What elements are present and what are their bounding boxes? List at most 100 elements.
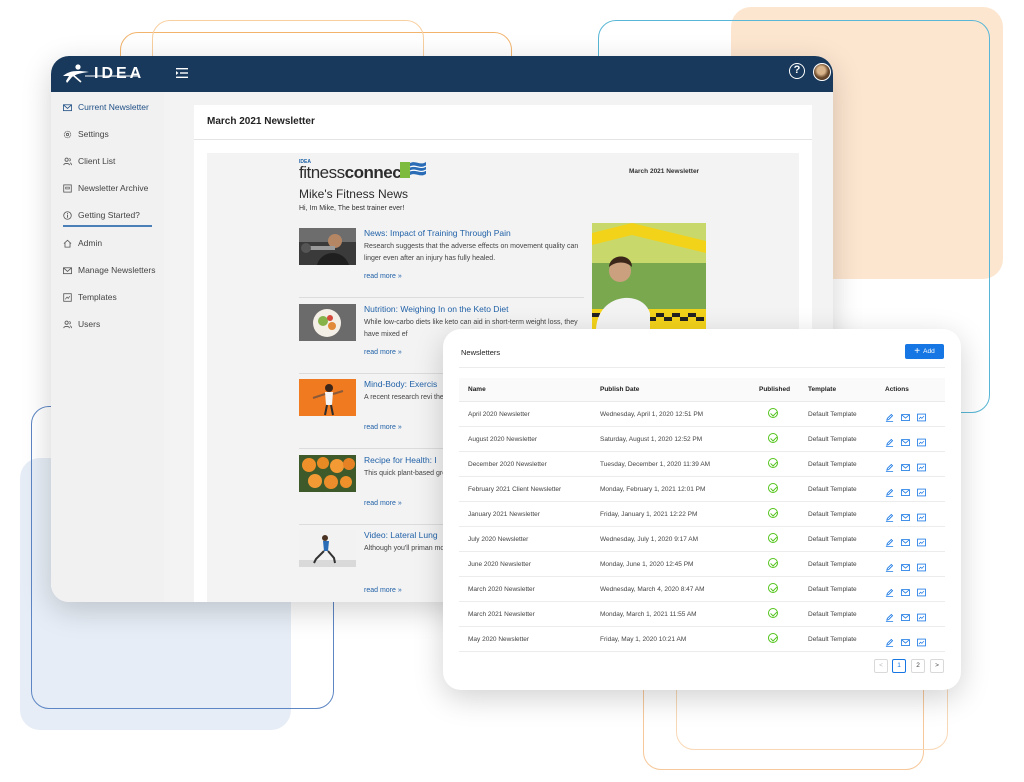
article-title-link[interactable]: Recipe for Health: I [364,455,437,465]
archive-icon [63,183,72,193]
table-row[interactable]: July 2020 Newsletter Wednesday, July 1, 2… [459,527,945,552]
cell-publish-date: Wednesday, April 1, 2020 12:51 PM [600,411,704,418]
table-row[interactable]: February 2021 Client Newsletter Monday, F… [459,477,945,502]
column-header-name[interactable]: Name [468,386,486,393]
edit-icon[interactable] [885,534,894,547]
add-newsletter-button[interactable]: + Add [905,344,944,359]
edit-icon[interactable] [885,484,894,497]
flag-logo-icon [400,162,426,178]
mail-icon[interactable] [901,409,910,421]
preview-icon[interactable] [917,534,926,547]
table-row[interactable]: May 2020 Newsletter Friday, May 1, 2020 1… [459,627,945,652]
sidebar-item-label: Templates [78,292,117,302]
edit-icon[interactable] [885,609,894,622]
cell-name: January 2021 Newsletter [468,511,540,518]
column-header-published[interactable]: Published [759,386,790,393]
preview-icon[interactable] [917,434,926,447]
brand-tagline-bar [85,75,139,77]
mail-icon[interactable] [901,509,910,521]
mail-icon[interactable] [901,534,910,546]
sidebar-item-admin[interactable]: Admin [63,236,163,250]
cell-name: February 2021 Client Newsletter [468,486,562,493]
read-more-link[interactable]: read more » [364,587,402,594]
sidebar-item-manage-newsletters[interactable]: Manage Newsletters [63,263,163,277]
pagination-prev[interactable]: < [874,659,888,673]
edit-icon[interactable] [885,409,894,422]
table-row[interactable]: January 2021 Newsletter Friday, January 1… [459,502,945,527]
preview-icon[interactable] [917,584,926,597]
column-header-template[interactable]: Template [808,386,836,393]
table-row[interactable]: April 2020 Newsletter Wednesday, April 1,… [459,402,945,427]
cell-name: April 2020 Newsletter [468,411,530,418]
cell-template: Default Template [808,536,857,543]
edit-icon[interactable] [885,584,894,597]
cell-name: March 2021 Newsletter [468,611,535,618]
sidebar-item-label: Settings [78,129,109,139]
cell-template: Default Template [808,636,857,643]
sidebar-item-settings[interactable]: Settings [63,127,163,141]
table-row[interactable]: December 2020 Newsletter Tuesday, Decembe… [459,452,945,477]
pagination-next[interactable]: > [930,659,944,673]
menu-collapse-icon[interactable] [175,66,189,80]
mail-icon[interactable] [901,559,910,571]
check-circle-icon [768,458,778,468]
preview-icon[interactable] [917,484,926,497]
plus-icon: + [914,345,921,357]
table-header: Name Publish Date Published Template Act… [459,378,945,402]
mail-icon[interactable] [901,634,910,646]
pagination-page-2[interactable]: 2 [911,659,925,673]
check-circle-icon [768,508,778,518]
read-more-link[interactable]: read more » [364,424,402,431]
mail-icon[interactable] [901,584,910,596]
sidebar-item-label: Admin [78,238,103,248]
article-title-link[interactable]: Video: Lateral Lung [364,530,438,540]
edit-icon[interactable] [885,634,894,647]
newsletter-title: Mike's Fitness News [299,187,408,201]
preview-icon[interactable] [917,634,926,647]
article-image-recipe [299,455,356,492]
sidebar-item-label: Newsletter Archive [78,183,149,193]
preview-icon[interactable] [917,609,926,622]
column-header-publish-date[interactable]: Publish Date [600,386,639,393]
cell-publish-date: Wednesday, March 4, 2020 8:47 AM [600,586,705,593]
gear-icon [63,130,72,138]
question-circle-icon[interactable]: ? [789,63,805,79]
check-circle-icon [768,408,778,418]
read-more-link[interactable]: read more » [364,500,402,507]
edit-icon[interactable] [885,559,894,572]
sidebar-item-current-newsletter[interactable]: Current Newsletter [63,100,163,114]
table-row[interactable]: March 2020 Newsletter Wednesday, March 4,… [459,577,945,602]
check-circle-icon [768,433,778,443]
preview-icon[interactable] [917,509,926,522]
mail-icon[interactable] [901,609,910,621]
mail-icon[interactable] [901,484,910,496]
page-title: March 2021 Newsletter [207,116,315,127]
preview-icon[interactable] [917,459,926,472]
edit-icon[interactable] [885,459,894,472]
table-row[interactable]: March 2021 Newsletter Monday, March 1, 20… [459,602,945,627]
card-divider [459,367,945,368]
table-row[interactable]: August 2020 Newsletter Saturday, August 1… [459,427,945,452]
mail-icon[interactable] [901,459,910,471]
user-avatar[interactable] [813,63,831,81]
sidebar-item-client-list[interactable]: Client List [63,154,163,168]
cell-name: December 2020 Newsletter [468,461,547,468]
preview-icon[interactable] [917,559,926,572]
edit-icon[interactable] [885,509,894,522]
read-more-link[interactable]: read more » [364,273,402,280]
table-row[interactable]: June 2020 Newsletter Monday, June 1, 2020… [459,552,945,577]
article-title-link[interactable]: News: Impact of Training Through Pain [364,228,511,238]
article-title-link[interactable]: Nutrition: Weighing In on the Keto Diet [364,304,508,314]
edit-icon[interactable] [885,434,894,447]
article-title-link[interactable]: Mind-Body: Exercis [364,379,437,389]
newsletter-greeting: Hi, Im Mike, The best trainer ever! [299,205,405,212]
read-more-link[interactable]: read more » [364,349,402,356]
mail-icon[interactable] [901,434,910,446]
sidebar-item-templates[interactable]: Templates [63,290,163,304]
sidebar-item-getting-started[interactable]: Getting Started? [63,208,163,222]
preview-icon[interactable] [917,409,926,422]
idea-logo[interactable]: IDEA [61,63,144,85]
sidebar-item-users[interactable]: Users [63,317,163,331]
sidebar-item-newsletter-archive[interactable]: Newsletter Archive [63,181,163,195]
pagination-page-1[interactable]: 1 [892,659,906,673]
